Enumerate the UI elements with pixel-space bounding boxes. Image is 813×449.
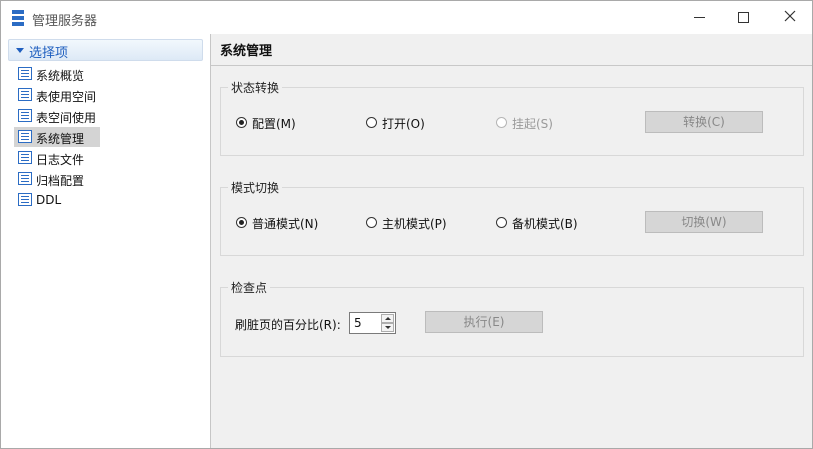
radio-label: 挂起(S) (512, 117, 553, 131)
window-title: 管理服务器 (32, 14, 98, 29)
group-title: 模式切换 (228, 179, 283, 196)
sidebar-item-label: 表空间使用 (36, 111, 97, 125)
switch-button[interactable]: 切换(W) (645, 211, 763, 233)
close-button[interactable] (775, 6, 805, 28)
sidebar-item-system-management[interactable]: 系统管理 (14, 127, 100, 147)
mode-switch-group: 模式切换 普通模式(N) 主机模式(P) 备机模式(B) 切换(W) (220, 179, 804, 256)
radio-label: 普通模式(N) (252, 217, 319, 231)
dirty-page-percent-spinner[interactable]: 5 (349, 312, 396, 334)
radio-circle (366, 117, 377, 128)
radio-circle-disabled (496, 117, 507, 128)
list-icon (18, 130, 32, 143)
group-title: 状态转换 (228, 79, 283, 96)
list-icon (18, 88, 32, 101)
close-icon (784, 10, 796, 22)
spinner-down-arrow-icon[interactable] (381, 323, 394, 332)
radio-circle (496, 217, 507, 228)
sidebar-item-label: DDL (36, 193, 62, 207)
sidebar-section-header[interactable]: 选择项 (8, 39, 203, 61)
dirty-page-percent-label: 刷脏页的百分比(R): (235, 318, 341, 332)
radio-label: 配置(M) (252, 117, 296, 131)
minimize-icon (694, 17, 705, 18)
sidebar-item-label: 表使用空间 (36, 90, 97, 104)
expand-arrow-icon (16, 48, 24, 53)
sidebar-item-label: 系统管理 (36, 132, 85, 146)
sidebar-item-label: 系统概览 (36, 69, 85, 83)
minimize-button[interactable] (685, 6, 715, 28)
manage-server-window: 管理服务器 选择项 系统概览 表使用空间 表空间使用 系统管理 日志文件 归档配… (0, 0, 813, 449)
radio-circle (366, 217, 377, 228)
sidebar-item-label: 日志文件 (36, 153, 85, 167)
spinner-value[interactable]: 5 (354, 316, 362, 330)
title-bar[interactable]: 管理服务器 (1, 1, 812, 34)
spinner-up-arrow-icon[interactable] (381, 314, 394, 323)
list-icon (18, 109, 32, 122)
spinner-buttons (381, 314, 394, 332)
radio-label: 打开(O) (382, 117, 425, 131)
list-icon (18, 67, 32, 80)
radio-circle-checked (236, 117, 247, 128)
page-title: 系统管理 (220, 44, 273, 59)
server-app-icon (12, 10, 24, 26)
sidebar: 选择项 系统概览 表使用空间 表空间使用 系统管理 日志文件 归档配置 DDL (1, 34, 211, 448)
sidebar-section-label: 选择项 (29, 46, 69, 61)
list-icon (18, 172, 32, 185)
group-title: 检查点 (228, 279, 271, 296)
execute-button[interactable]: 执行(E) (425, 311, 543, 333)
maximize-button[interactable] (729, 6, 759, 28)
main-panel: 系统管理 状态转换 配置(M) 打开(O) 挂起(S) 转换(C) 模式切换 普… (211, 34, 812, 448)
state-transition-group: 状态转换 配置(M) 打开(O) 挂起(S) 转换(C) (220, 79, 804, 156)
radio-circle-checked (236, 217, 247, 228)
main-header: 系统管理 (211, 34, 812, 66)
sidebar-item-label: 归档配置 (36, 174, 85, 188)
list-icon (18, 151, 32, 164)
radio-label: 主机模式(P) (382, 217, 447, 231)
maximize-icon (738, 12, 749, 23)
convert-button[interactable]: 转换(C) (645, 111, 763, 133)
radio-label: 备机模式(B) (512, 217, 578, 231)
checkpoint-group: 检查点 刷脏页的百分比(R): 5 执行(E) (220, 279, 804, 357)
list-icon (18, 193, 32, 206)
